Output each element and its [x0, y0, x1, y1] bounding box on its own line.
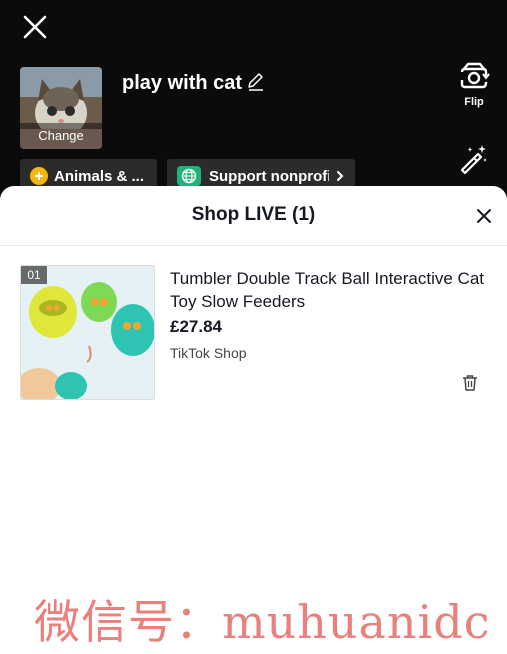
flip-camera-button[interactable]: Flip	[453, 60, 495, 118]
cover-image[interactable]: Change	[20, 67, 102, 149]
topic-dot-icon	[30, 167, 48, 185]
product-shop: TikTok Shop	[170, 345, 247, 361]
flip-label: Flip	[464, 96, 484, 108]
change-cover-label[interactable]: Change	[20, 123, 102, 149]
product-list-item[interactable]: 01 Tumbler Double Track Ball Interactive…	[20, 265, 490, 401]
flip-camera-icon	[460, 62, 490, 89]
sheet-title: Shop LIVE (1)	[191, 204, 316, 225]
watermark-text: 微信号：muhuanidc	[34, 595, 491, 649]
live-title[interactable]: play with cat	[122, 72, 242, 95]
live-setup-panel: Change play with cat Flip Animals & ...	[0, 0, 507, 200]
globe-icon	[177, 166, 201, 186]
chevron-right-icon	[337, 171, 344, 181]
close-icon[interactable]	[22, 14, 48, 40]
pencil-icon[interactable]	[246, 72, 266, 92]
product-index-badge: 01	[21, 266, 47, 284]
trash-icon[interactable]	[462, 374, 478, 392]
product-image: 01	[20, 265, 155, 400]
topic-label: Animals & ...	[54, 167, 145, 185]
shop-live-sheet: Shop LIVE (1) 01 Tumbler Double Track Ba…	[0, 186, 507, 654]
product-name: Tumbler Double Track Ball Interactive Ca…	[170, 269, 484, 311]
product-price: £27.84	[170, 317, 222, 336]
support-nonprofit-label: Support nonprofit	[209, 167, 329, 185]
magic-wand-icon[interactable]	[456, 142, 490, 176]
close-icon[interactable]	[474, 206, 494, 226]
sheet-header: Shop LIVE (1)	[0, 186, 507, 246]
